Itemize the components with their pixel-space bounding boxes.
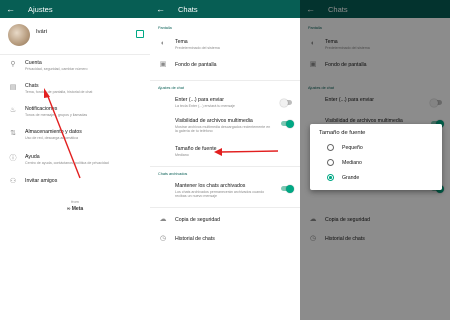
chats-app-bar: ← Chats xyxy=(150,0,300,18)
chat-history-label: Historial de chats xyxy=(175,236,215,242)
divider xyxy=(150,207,300,208)
backup-label: Copia de seguridad xyxy=(175,217,220,223)
meta-logo: ∞ Meta xyxy=(66,206,84,212)
qr-code-icon[interactable] xyxy=(136,30,144,38)
keep-archived-subtitle: Los chats archivados permanecerán archiv… xyxy=(175,190,265,199)
profile-row[interactable]: Ivári xyxy=(0,18,150,54)
settings-item-subtitle: Privacidad, seguridad, cambiar número xyxy=(25,67,88,71)
settings-item-subtitle: Tema, fondos de pantalla, historial de c… xyxy=(25,90,93,94)
theme-label: Tema xyxy=(175,39,188,45)
enter-to-send-row[interactable]: Enter (...) para enviar La tecla Enter (… xyxy=(150,95,300,113)
radio-button-selected[interactable] xyxy=(327,174,334,181)
theme-icon: ◐ xyxy=(160,40,166,47)
option-label: Mediano xyxy=(342,159,362,166)
chats-title: Chats xyxy=(178,4,198,14)
settings-item-label: Notificaciones xyxy=(25,106,58,112)
theme-row[interactable]: ◐ Tema Predeterminado del sistema xyxy=(150,36,300,52)
settings-item-help[interactable]: ⓘ Ayuda Centro de ayuda, contáctanos, po… xyxy=(0,151,150,169)
settings-title: Ajustes xyxy=(28,4,53,14)
settings-screen: ← Ajustes Ivári ⚲ Cuenta Privacidad, seg… xyxy=(0,0,150,320)
cloud-upload-icon: ☁ xyxy=(159,216,167,223)
radio-button[interactable] xyxy=(327,159,334,166)
keep-archived-toggle[interactable] xyxy=(281,184,294,193)
back-arrow-icon[interactable]: ← xyxy=(156,3,168,15)
settings-item-subtitle: Tonos de mensajes, grupos y llamadas xyxy=(25,113,88,117)
keep-archived-label: Mantener los chats archivados xyxy=(175,183,246,189)
wallpaper-row[interactable]: ▣ Fondo de pantalla xyxy=(150,58,300,72)
chats-settings-screen-dimmed: ← Chats Pantalla ◐ Tema Predeterminado d… xyxy=(300,0,450,320)
font-option-small[interactable]: Pequeño xyxy=(310,142,442,155)
settings-item-account[interactable]: ⚲ Cuenta Privacidad, seguridad, cambiar … xyxy=(0,57,150,75)
settings-item-invite[interactable]: ⚇ Invitar amigos xyxy=(0,174,150,188)
media-visibility-toggle[interactable] xyxy=(281,119,294,128)
settings-app-bar: ← Ajustes xyxy=(0,0,150,18)
enter-to-send-toggle[interactable] xyxy=(280,98,292,107)
divider xyxy=(150,166,300,167)
chats-settings-screen: ← Chats Pantalla ◐ Tema Predeterminado d… xyxy=(150,0,300,320)
settings-item-subtitle: Uso de red, descarga automática xyxy=(25,136,78,140)
chat-history-row[interactable]: ◷ Historial de chats xyxy=(150,232,300,246)
people-icon: ⚇ xyxy=(9,178,17,185)
dialog-title: Tamaño de fuente xyxy=(319,130,366,136)
media-visibility-subtitle: Mostrar archivos multimedia descargados … xyxy=(175,125,271,134)
avatar[interactable] xyxy=(8,24,30,46)
profile-name: Ivári xyxy=(36,29,47,35)
theme-value: Predeterminado del sistema xyxy=(175,46,220,50)
section-display: Pantalla xyxy=(158,26,172,30)
section-archived: Chats archivados xyxy=(158,172,188,176)
font-size-dialog: Tamaño de fuente Pequeño Mediano Grande xyxy=(310,124,442,190)
bell-icon: ♨ xyxy=(9,107,17,114)
storage-icon: ⇅ xyxy=(10,130,16,137)
enter-to-send-label: Enter (...) para enviar xyxy=(175,97,225,103)
settings-item-chats[interactable]: ▤ Chats Tema, fondos de pantalla, histor… xyxy=(0,80,150,98)
history-icon: ◷ xyxy=(159,235,167,242)
backup-row[interactable]: ☁ Copia de seguridad xyxy=(150,213,300,227)
font-size-label: Tamaño de fuente xyxy=(175,146,217,152)
settings-item-subtitle: Centro de ayuda, contáctanos, política d… xyxy=(25,161,109,165)
font-size-value: Mediano xyxy=(175,153,189,157)
font-size-row[interactable]: Tamaño de fuente Mediano xyxy=(150,143,300,159)
chat-icon: ▤ xyxy=(9,84,17,91)
help-icon: ⓘ xyxy=(9,155,17,162)
media-visibility-label: Visibilidad de archivos multimedia xyxy=(175,118,253,124)
settings-item-label: Chats xyxy=(25,83,39,89)
back-arrow-icon[interactable]: ← xyxy=(6,3,18,15)
option-label: Grande xyxy=(342,174,360,181)
wallpaper-label: Fondo de pantalla xyxy=(175,62,217,68)
divider xyxy=(0,54,150,55)
divider xyxy=(150,80,300,81)
settings-item-label: Ayuda xyxy=(25,154,40,160)
settings-item-label: Invitar amigos xyxy=(25,178,58,184)
radio-button[interactable] xyxy=(327,144,334,151)
enter-to-send-subtitle: La tecla Enter (...) enviará tu mensaje xyxy=(175,104,235,108)
media-visibility-row[interactable]: Visibilidad de archivos multimedia Mostr… xyxy=(150,116,300,140)
key-icon: ⚲ xyxy=(10,61,16,68)
font-option-medium[interactable]: Mediano xyxy=(310,157,442,170)
settings-item-label: Cuenta xyxy=(25,60,42,66)
keep-archived-row[interactable]: Mantener los chats archivados Los chats … xyxy=(150,181,300,201)
wallpaper-icon: ▣ xyxy=(159,61,167,68)
section-chat-settings: Ajustes de chat xyxy=(158,86,184,90)
font-option-large[interactable]: Grande xyxy=(310,172,442,185)
settings-item-label: Almacenamiento y datos xyxy=(25,129,82,135)
footer-from: from xyxy=(71,200,79,204)
settings-item-notifications[interactable]: ♨ Notificaciones Tonos de mensajes, grup… xyxy=(0,103,150,121)
option-label: Pequeño xyxy=(342,144,363,151)
settings-item-storage[interactable]: ⇅ Almacenamiento y datos Uso de red, des… xyxy=(0,126,150,144)
